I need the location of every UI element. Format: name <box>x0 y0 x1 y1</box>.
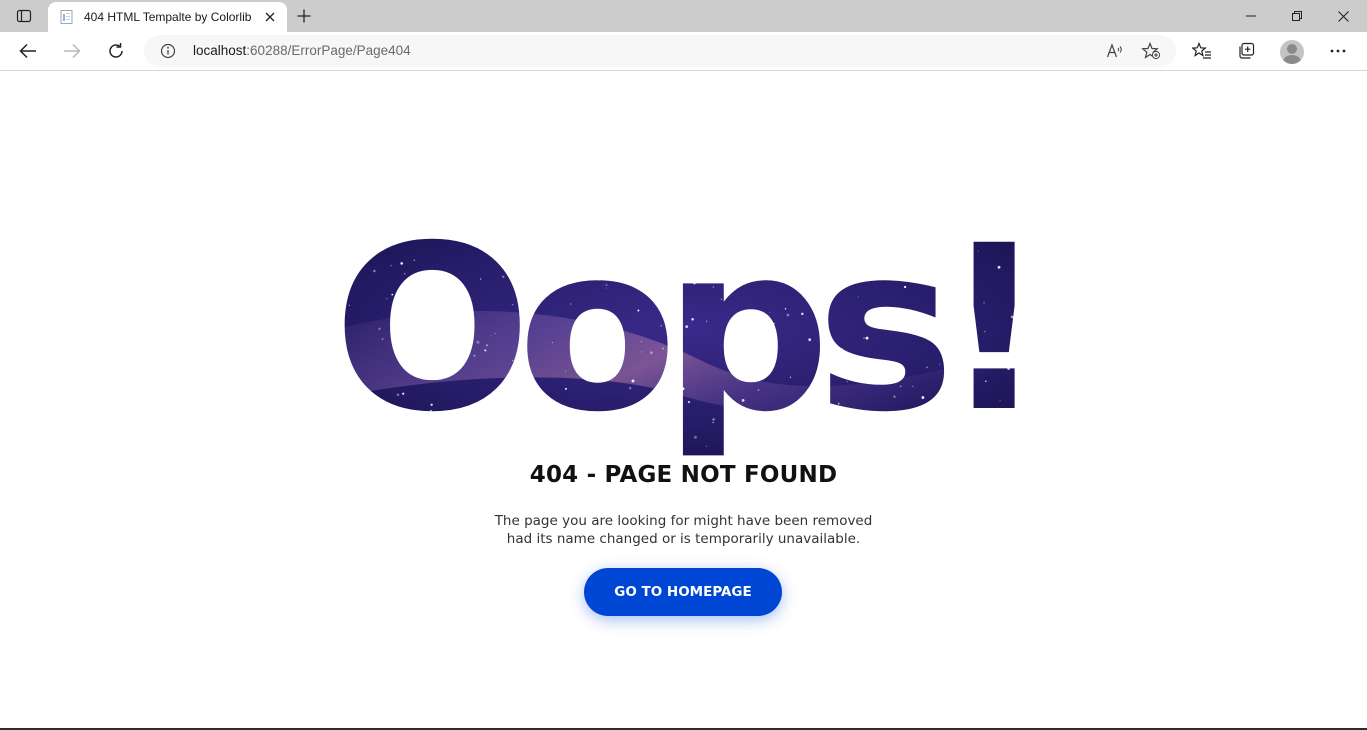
error-message-line-1: The page you are looking for might have … <box>494 513 873 529</box>
close-icon <box>1337 10 1349 22</box>
profile-avatar[interactable] <box>1280 40 1304 64</box>
more-button[interactable] <box>1322 36 1354 66</box>
minimize-icon <box>1246 15 1256 17</box>
restore-icon <box>1292 11 1302 21</box>
address-bar[interactable]: localhost:60288/ErrorPage/Page404 <box>144 35 1176 67</box>
minimize-button[interactable] <box>1228 0 1274 32</box>
avatar-body <box>1283 55 1301 64</box>
url-host: localhost <box>193 43 247 58</box>
new-tab-button[interactable] <box>290 4 318 28</box>
oops-heading: Oops! <box>333 220 1033 460</box>
error-message-line-2: had its name changed or is temporarily u… <box>506 531 861 547</box>
page-content: Oops! 404 - PAGE NOT FOUND The page you … <box>0 72 1367 728</box>
url-path: :60288/ErrorPage/Page404 <box>246 43 411 58</box>
collections-button[interactable] <box>1230 36 1262 66</box>
avatar-head <box>1287 44 1297 54</box>
error-title: 404 - PAGE NOT FOUND <box>529 462 838 488</box>
favorites-button[interactable] <box>1186 36 1218 66</box>
browser-toolbar: localhost:60288/ErrorPage/Page404 <box>0 32 1367 71</box>
refresh-button[interactable] <box>100 36 132 66</box>
restore-button[interactable] <box>1274 0 1320 32</box>
plus-icon <box>297 9 311 23</box>
read-aloud-icon[interactable] <box>1102 39 1128 63</box>
forward-arrow-icon <box>64 43 81 59</box>
page-favicon-icon <box>59 9 75 25</box>
close-icon <box>265 12 275 22</box>
forward-button[interactable] <box>56 36 88 66</box>
error-message: The page you are looking for might have … <box>0 512 1367 548</box>
active-tab[interactable]: 404 HTML Tempalte by Colorlib <box>48 2 287 32</box>
title-bar: 404 HTML Tempalte by Colorlib <box>0 0 1367 32</box>
star-add-icon[interactable] <box>1138 39 1164 63</box>
refresh-icon <box>109 43 123 58</box>
go-to-homepage-button[interactable]: GO TO HOMEPAGE <box>584 568 782 616</box>
tab-actions-icon <box>16 9 32 23</box>
back-button[interactable] <box>12 36 44 66</box>
tab-close-button[interactable] <box>258 5 282 29</box>
more-icon <box>1330 49 1346 53</box>
tab-actions-button[interactable] <box>8 4 40 28</box>
url-text[interactable]: localhost:60288/ErrorPage/Page404 <box>193 43 411 58</box>
tab-title: 404 HTML Tempalte by Colorlib <box>84 10 252 24</box>
back-arrow-icon <box>19 43 36 59</box>
window-close-button[interactable] <box>1320 0 1366 32</box>
collections-icon <box>1239 42 1255 59</box>
favorites-icon <box>1192 42 1211 59</box>
info-icon[interactable] <box>160 43 176 59</box>
